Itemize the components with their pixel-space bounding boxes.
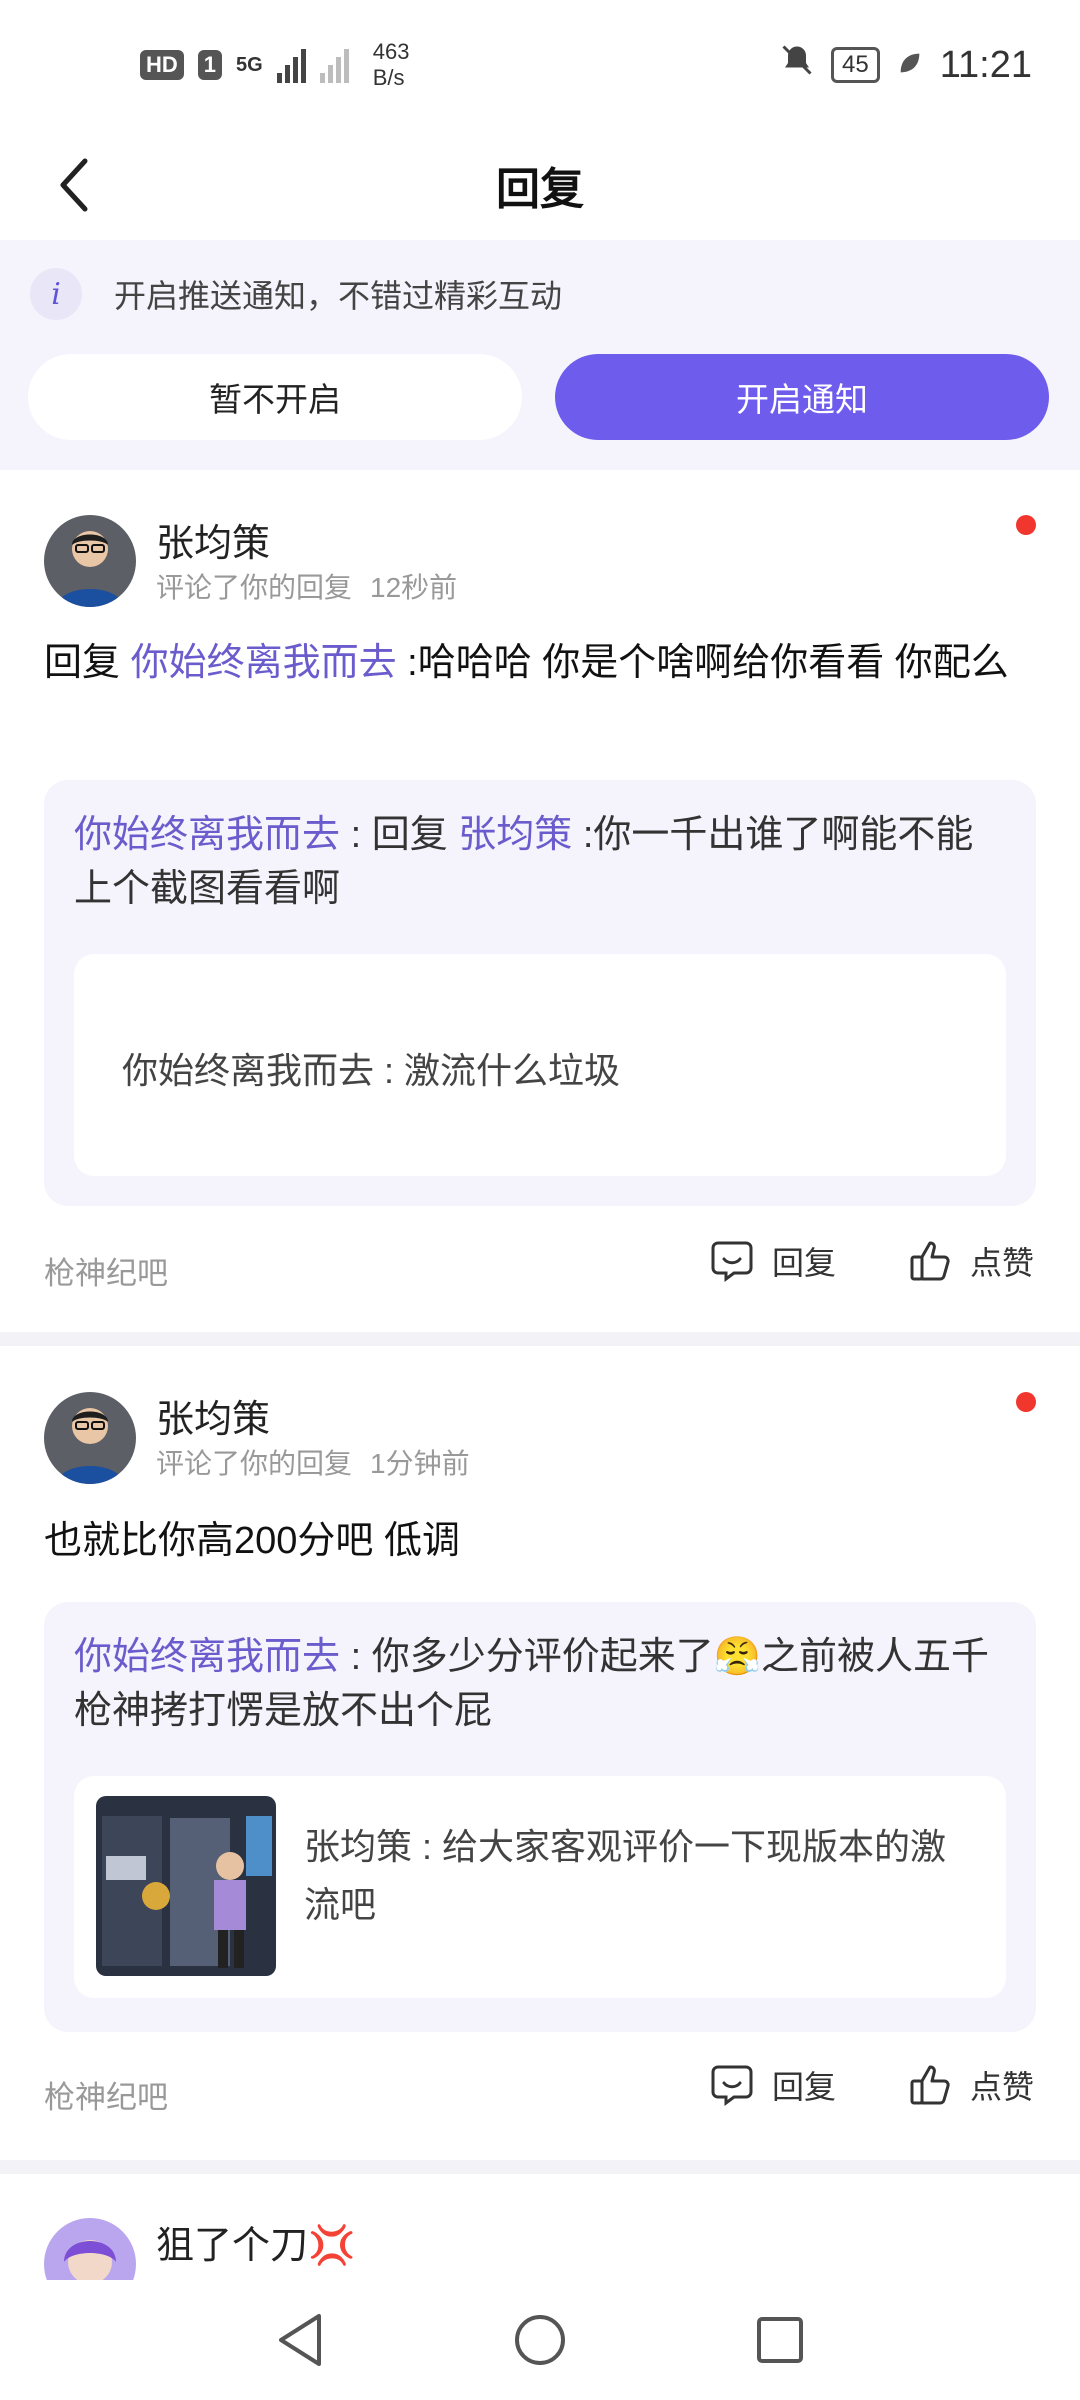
avatar[interactable] — [44, 1392, 136, 1484]
user-name[interactable]: 张均策 — [156, 512, 270, 567]
unread-dot — [1016, 1392, 1036, 1412]
action-text: 评论了你的回复 — [156, 1448, 353, 1479]
notification-banner: i 开启推送通知，不错过精彩互动 暂不开启 开启通知 — [0, 240, 1080, 470]
quote-emoji: 😤 — [713, 1636, 762, 1678]
reply-button[interactable]: 回复 — [710, 1238, 836, 1284]
leaf-icon — [896, 44, 924, 87]
battery-icon: 45 — [831, 47, 880, 83]
original-post[interactable]: 你始终离我而去 : 激流什么垃圾 — [74, 954, 1006, 1176]
reply-meta: 评论了你的回复 12秒前 — [156, 566, 457, 606]
original-post[interactable]: 张均策 : 给大家客观评价一下现版本的激流吧 — [74, 1776, 1006, 1998]
comment-text: 回复 你始终离我而去 :哈哈哈 你是个啥啊给你看看 你配么 — [44, 636, 1044, 690]
not-now-button[interactable]: 暂不开启 — [28, 354, 522, 440]
mention-link[interactable]: 你始终离我而去 — [131, 642, 397, 684]
timestamp: 12秒前 — [370, 572, 458, 603]
comment-icon — [711, 2065, 753, 2106]
enable-notifications-button[interactable]: 开启通知 — [555, 354, 1049, 440]
triangle-back-icon — [279, 2314, 321, 2366]
forum-name[interactable]: 枪神纪吧 — [44, 2072, 168, 2117]
page-title: 回复 — [496, 165, 584, 214]
reply-label: 回复 — [772, 2069, 837, 2105]
quote-author-link[interactable]: 你始终离我而去 — [74, 814, 340, 856]
status-left: HD 1 5G 463 B/s — [140, 39, 409, 91]
divider — [0, 1332, 1080, 1346]
quote-mid: : 回复 — [340, 814, 459, 856]
reply-meta: 评论了你的回复 1分钟前 — [156, 1442, 470, 1482]
anger-emoji: 💢 — [308, 2225, 356, 2267]
like-label: 点赞 — [970, 1245, 1035, 1281]
reply-button[interactable]: 回复 — [710, 2062, 836, 2108]
chevron-left-icon — [60, 158, 88, 212]
speed-unit: B/s — [372, 65, 405, 90]
quote-mention-link[interactable]: 张均策 — [458, 814, 572, 856]
reply-prefix: 回复 — [44, 642, 131, 684]
post-thumbnail[interactable] — [96, 1796, 276, 1976]
page-header: 回复 — [0, 130, 1080, 240]
avatar[interactable] — [44, 515, 136, 607]
quoted-text: 你始终离我而去 : 你多少分评价起来了😤之前被人五千枪神拷打愣是放不出个屁 — [74, 1630, 1009, 1738]
info-icon: i — [30, 268, 82, 320]
timestamp: 1分钟前 — [370, 1448, 470, 1479]
network-speed: 463 B/s — [373, 39, 410, 91]
comment-icon — [711, 1241, 753, 1282]
quoted-reply[interactable]: 你始终离我而去 : 回复 张均策 :你一千出谁了啊能不能上个截图看看啊 你始终离… — [44, 780, 1036, 1206]
network-type: 5G — [236, 53, 263, 76]
divider — [0, 2160, 1080, 2174]
user-name-text: 狙了个刀 — [156, 2225, 309, 2267]
clock: 11:21 — [939, 43, 1032, 86]
speed-value: 463 — [372, 39, 410, 64]
avatar[interactable] — [44, 2218, 136, 2280]
original-post-text: 你始终离我而去 : 激流什么垃圾 — [122, 1050, 621, 1091]
system-nav-bar — [0, 2280, 1080, 2400]
user-name[interactable]: 张均策 — [156, 1388, 270, 1443]
quote-author-link[interactable]: 你始终离我而去 — [74, 1636, 340, 1678]
quoted-text: 你始终离我而去 : 回复 张均策 :你一千出谁了啊能不能上个截图看看啊 — [74, 808, 1009, 916]
square-recents-icon — [757, 2317, 803, 2363]
back-button[interactable] — [40, 150, 110, 220]
comment-text: 也就比你高200分吧 低调 — [44, 1520, 460, 1562]
user-name[interactable]: 狙了个刀💢 — [156, 2214, 355, 2269]
nav-back-button[interactable] — [265, 2305, 335, 2375]
sim-badge: 1 — [197, 50, 223, 80]
signal-icon — [276, 47, 306, 83]
status-bar: HD 1 5G 463 B/s 45 11:21 — [0, 0, 1080, 130]
circle-home-icon — [515, 2315, 565, 2365]
nav-home-button[interactable] — [505, 2305, 575, 2375]
like-label: 点赞 — [970, 2069, 1035, 2105]
quote-body-a: : 你多少分评价起来了 — [340, 1636, 714, 1678]
thumbs-up-icon — [910, 2065, 950, 2105]
reply-card[interactable]: 张均策 评论了你的回复 1分钟前 也就比你高200分吧 低调 你始终离我而去 : … — [0, 1346, 1080, 2160]
comment-body: :哈哈哈 你是个啥啊给你看看 你配么 — [396, 642, 1009, 684]
forum-name[interactable]: 枪神纪吧 — [44, 1248, 168, 1293]
thumbs-up-icon — [910, 1241, 950, 1281]
reply-card[interactable]: 狙了个刀💢 — [0, 2174, 1080, 2280]
quoted-reply[interactable]: 你始终离我而去 : 你多少分评价起来了😤之前被人五千枪神拷打愣是放不出个屁 张均… — [44, 1602, 1036, 2032]
original-post-text: 张均策 : 给大家客观评价一下现版本的激流吧 — [304, 1826, 947, 1925]
reply-card[interactable]: 张均策 评论了你的回复 12秒前 回复 你始终离我而去 :哈哈哈 你是个啥啊给你看… — [0, 470, 1080, 1332]
mute-bell-icon — [779, 42, 815, 88]
notify-info-row: i 开启推送通知，不错过精彩互动 — [30, 268, 562, 320]
signal-2-icon — [319, 47, 349, 83]
status-right: 45 11:21 — [779, 42, 1032, 88]
reply-label: 回复 — [772, 1245, 837, 1281]
like-button[interactable]: 点赞 — [908, 1238, 1034, 1284]
nav-recents-button[interactable] — [745, 2305, 815, 2375]
hd-badge: HD — [140, 50, 184, 80]
unread-dot — [1016, 515, 1036, 535]
like-button[interactable]: 点赞 — [908, 2062, 1034, 2108]
action-text: 评论了你的回复 — [156, 572, 353, 603]
notify-text: 开启推送通知，不错过精彩互动 — [114, 278, 563, 314]
